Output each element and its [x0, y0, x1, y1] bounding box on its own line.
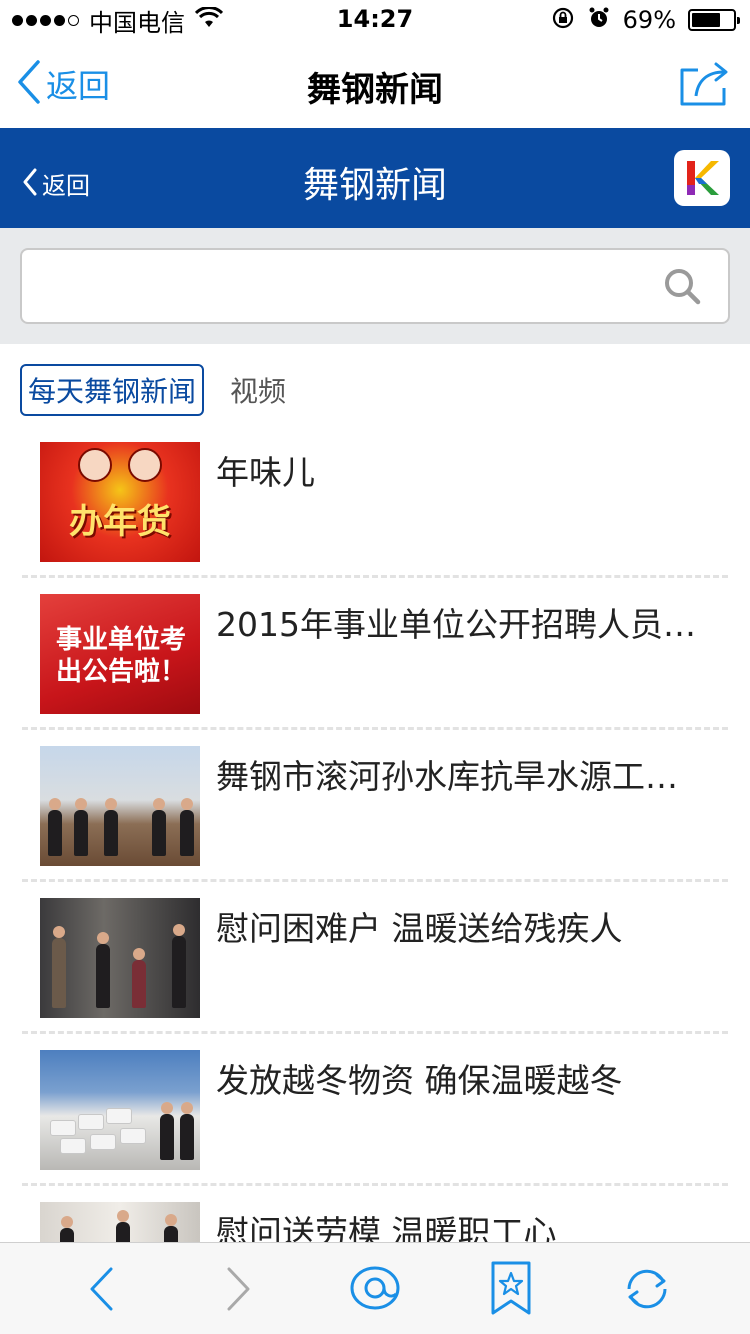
refresh-button[interactable]: [619, 1261, 675, 1317]
news-item[interactable]: 发放越冬物资 确保温暖越冬: [0, 1034, 750, 1186]
status-bar: 中国电信 14:27 69%: [0, 0, 750, 40]
news-item[interactable]: 舞钢市滚河孙水库抗旱水源工…: [0, 730, 750, 882]
news-title: 2015年事业单位公开招聘人员…: [216, 605, 696, 644]
thumbnail-caption: 办年货: [69, 502, 171, 542]
news-title: 发放越冬物资 确保温暖越冬: [216, 1061, 623, 1100]
news-title: 慰问困难户 温暖送给残疾人: [216, 909, 623, 948]
home-button[interactable]: [347, 1261, 403, 1317]
chevron-left-icon: [90, 1267, 113, 1311]
share-icon: [680, 62, 728, 106]
browser-forward-nav-button[interactable]: [210, 1261, 266, 1317]
search-area: [0, 228, 750, 344]
app-title: 舞钢新闻: [302, 165, 447, 206]
alarm-icon: [587, 6, 611, 34]
news-title: 舞钢市滚河孙水库抗旱水源工…: [216, 757, 678, 796]
thumbnail-caption: 事业单位考出公告啦！: [55, 625, 186, 687]
category-tabs: 每天舞钢新闻 视频: [20, 364, 286, 416]
bookmark-button[interactable]: [483, 1261, 539, 1317]
news-thumbnail: 办年货: [40, 442, 200, 562]
news-thumbnail: [40, 746, 200, 866]
news-item[interactable]: 事业单位考出公告啦！ 2015年事业单位公开招聘人员…: [0, 578, 750, 730]
refresh-icon: [627, 1269, 667, 1309]
news-item[interactable]: 办年货 年味儿: [0, 426, 750, 578]
tab-video[interactable]: 视频: [230, 370, 286, 410]
chat-bubble-icon: [350, 1266, 400, 1310]
news-thumbnail: [40, 898, 200, 1018]
browser-page-title: 舞钢新闻: [307, 70, 443, 110]
rotation-lock-icon: [551, 6, 575, 34]
news-item[interactable]: 慰问困难户 温暖送给残疾人: [0, 882, 750, 1034]
browser-back-nav-button[interactable]: [74, 1261, 130, 1317]
search-input[interactable]: [22, 250, 642, 322]
battery-icon: [688, 9, 740, 31]
news-thumbnail: 事业单位考出公告啦！: [40, 594, 200, 714]
news-list: 办年货 年味儿 事业单位考出公告啦！ 2015年事业单位公开招聘人员… 舞钢市滚…: [0, 426, 750, 1334]
battery-fill: [692, 13, 720, 27]
status-right: 69%: [551, 6, 740, 34]
battery-percent: 69%: [622, 6, 676, 34]
tab-daily-news[interactable]: 每天舞钢新闻: [20, 364, 205, 416]
chevron-right-icon: [227, 1267, 250, 1311]
share-button[interactable]: [678, 58, 732, 112]
k-logo-icon: [687, 161, 719, 195]
browser-toolbar: [0, 1242, 750, 1334]
news-title: 年味儿: [216, 453, 315, 492]
app-header: 返回 舞钢新闻: [0, 128, 750, 228]
search-box[interactable]: [20, 248, 730, 324]
app-logo[interactable]: [674, 150, 730, 206]
bookmark-star-icon: [491, 1261, 531, 1315]
search-icon[interactable]: [662, 266, 702, 310]
browser-nav-bar: 返回 舞钢新闻: [0, 40, 750, 128]
news-thumbnail: [40, 1050, 200, 1170]
